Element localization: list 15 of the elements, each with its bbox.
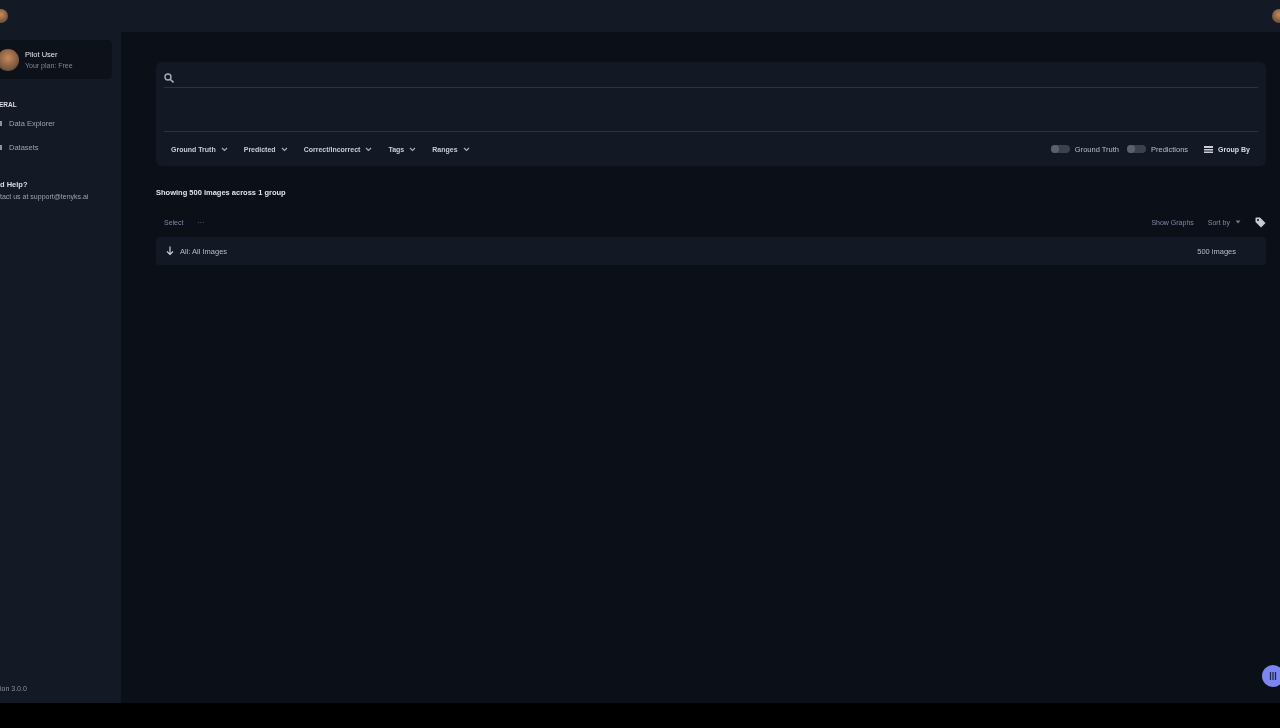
- arrow-down-icon: [166, 246, 174, 256]
- avatar: [0, 48, 19, 71]
- toggle-switch[interactable]: [1050, 145, 1070, 153]
- chevron-icon: [280, 146, 288, 152]
- settings-fab[interactable]: [1262, 665, 1280, 687]
- search-icon: [164, 72, 174, 83]
- table-icon: [1204, 145, 1214, 153]
- chevron-icon: [409, 146, 417, 152]
- caret-icon: [1235, 220, 1241, 224]
- chevron-icon: [462, 146, 470, 152]
- tag-icon[interactable]: [1255, 216, 1266, 228]
- sliders-icon: [1269, 672, 1277, 680]
- chevron-icon: [365, 146, 373, 152]
- chevron-icon: [220, 146, 228, 152]
- toggle-switch[interactable]: [1127, 145, 1146, 153]
